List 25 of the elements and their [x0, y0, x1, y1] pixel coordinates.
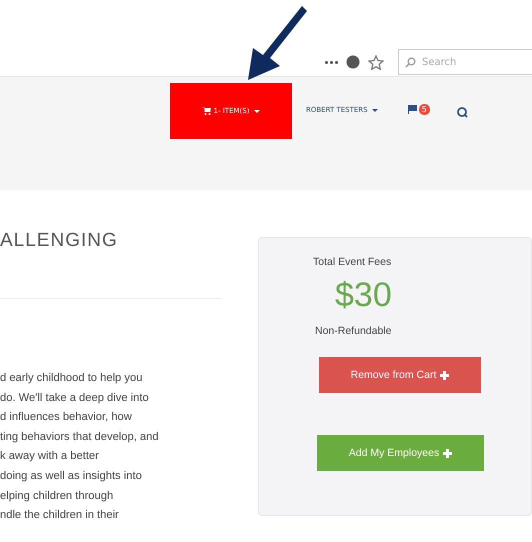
cart-icon	[202, 107, 211, 115]
more-icon[interactable]	[325, 60, 338, 64]
add-button[interactable]: Add My Employees	[317, 435, 484, 471]
refund-note: Non-Refundable	[315, 325, 392, 337]
fees-title: Total Event Fees	[313, 256, 392, 268]
description-text: ting behaviors that develop, and	[0, 430, 160, 445]
description-text: ndle the children in their	[0, 508, 120, 524]
notification-badge: 5	[418, 104, 430, 115]
caret-icon	[254, 110, 260, 112]
caret-icon	[372, 108, 378, 112]
search-field[interactable]: Search	[398, 49, 532, 75]
plus-icon	[440, 370, 450, 380]
remove-button[interactable]: Remove from Cart	[319, 357, 481, 393]
price-text: $30	[335, 276, 392, 315]
description-text: elping children through	[0, 488, 114, 504]
description-text: doing as well as insights into	[0, 468, 143, 484]
search-icon[interactable]	[456, 106, 468, 118]
flag-icon[interactable]	[408, 105, 417, 114]
description-text: d influences behavior, how	[0, 410, 133, 426]
event-title: ALLENGING	[0, 230, 119, 252]
plus-icon	[443, 448, 452, 458]
description-text: do. We'll take a deep dive into	[0, 390, 150, 406]
star-icon[interactable]	[368, 54, 384, 70]
description-text: k away with a better	[0, 449, 100, 464]
description-text: d early childhood to help you	[0, 371, 144, 386]
